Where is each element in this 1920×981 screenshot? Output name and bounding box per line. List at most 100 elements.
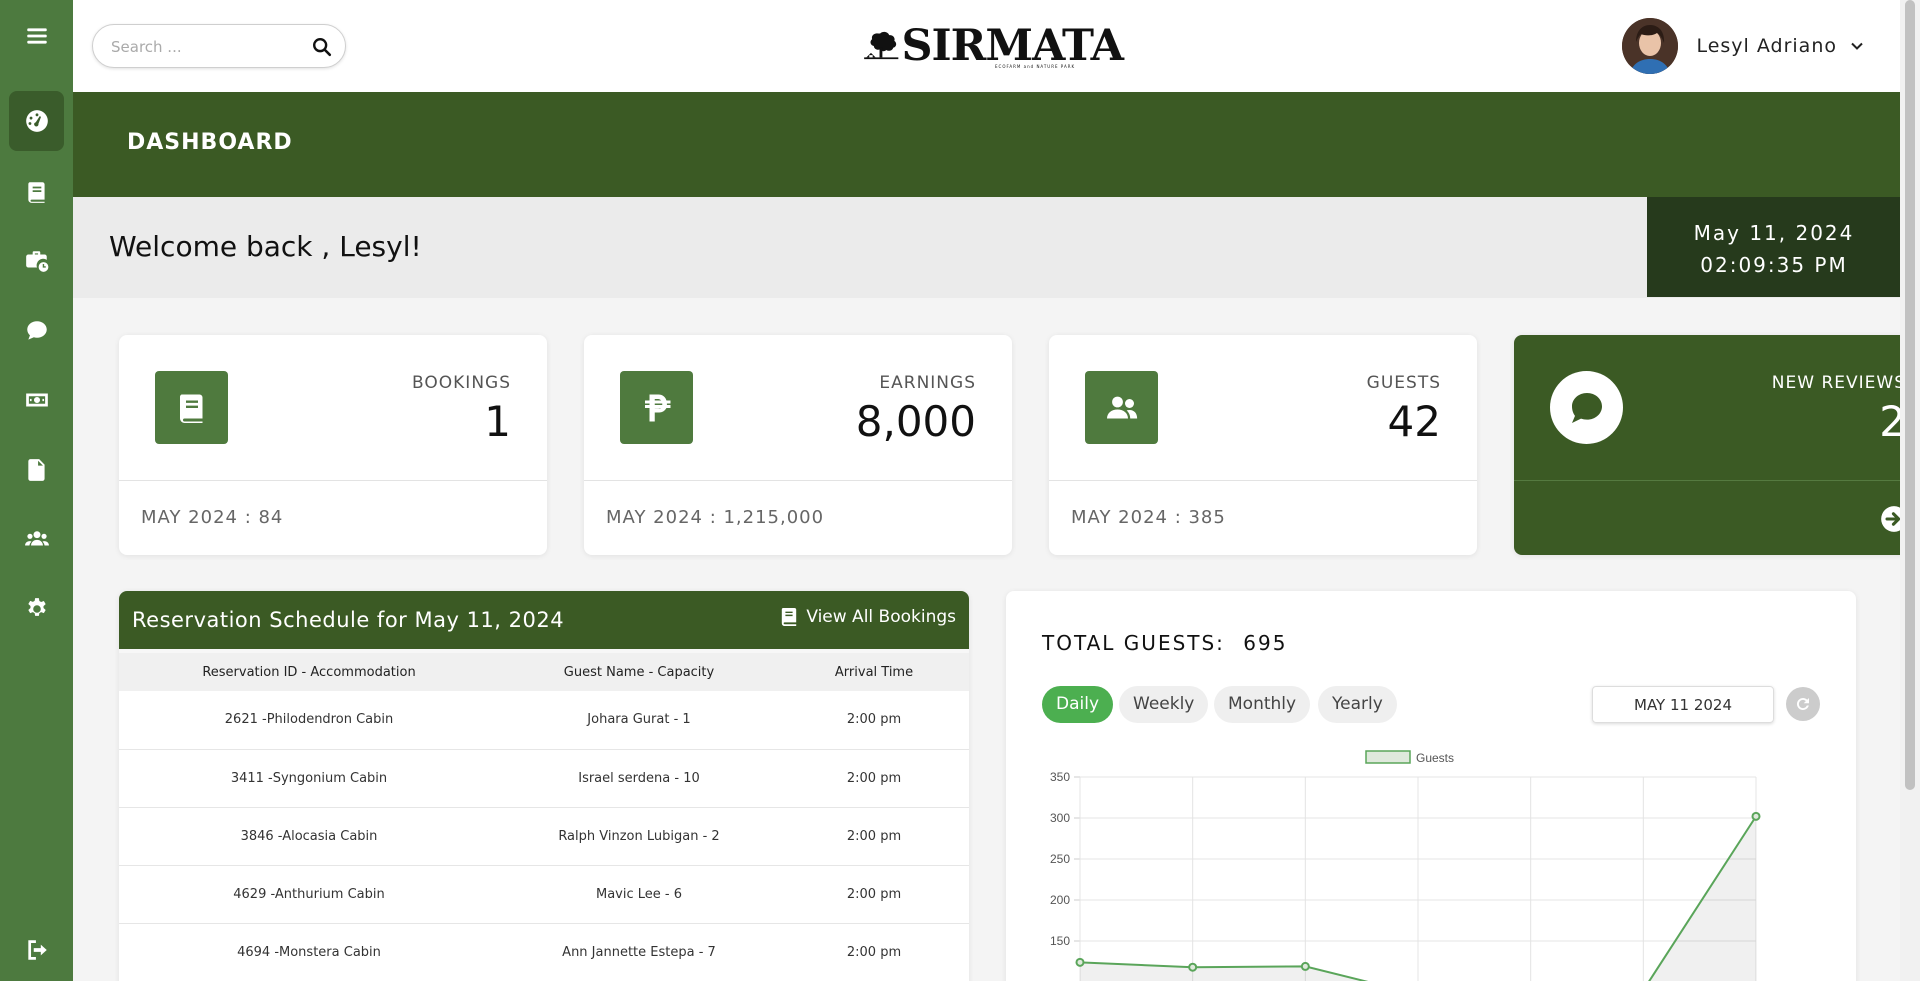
stat-icon-box — [1550, 371, 1623, 444]
cell-arrival: 2:00 pm — [779, 865, 969, 924]
data-point — [1075, 957, 1085, 967]
total-guests-title: TOTAL GUESTS: 695 — [1042, 631, 1287, 655]
data-point — [1188, 962, 1198, 972]
cell-accommodation: 3846 -Alocasia Cabin — [119, 807, 499, 866]
tab-daily[interactable]: Daily — [1042, 686, 1114, 723]
cell-guest: Johara Gurat - 1 — [499, 691, 779, 750]
chat-icon — [26, 321, 47, 340]
legend-swatch — [1365, 750, 1411, 764]
welcome-banner: Welcome back , Lesyl! May 11, 2024 02:09… — [73, 197, 1901, 298]
gear-icon — [27, 598, 46, 616]
sidebar-item-users[interactable] — [9, 509, 64, 569]
top-bar: SIRMATA ECOFARM and NATURE PARK Lesyl Ad… — [73, 0, 1900, 92]
chevron-down-icon[interactable] — [1849, 38, 1865, 54]
divider — [1514, 480, 1920, 481]
search-icon[interactable] — [311, 36, 333, 58]
table-row[interactable]: 4629 -Anthurium Cabin Mavic Lee - 6 2:00… — [119, 865, 969, 924]
tab-monthly[interactable]: Monthly — [1214, 686, 1311, 723]
cell-accommodation: 4629 -Anthurium Cabin — [119, 865, 499, 924]
avatar[interactable] — [1622, 18, 1679, 74]
table-row[interactable]: 3411 -Syngonium Cabin Israel serdena - 1… — [119, 749, 969, 808]
cell-accommodation: 2621 -Philodendron Cabin — [119, 691, 499, 750]
total-guests-value: 695 — [1243, 631, 1288, 655]
sidebar-item-settings[interactable] — [9, 579, 64, 639]
stat-footer: MAY 2024 : 84 — [141, 507, 284, 528]
column-header: Reservation ID - Accommodation — [119, 649, 499, 691]
page-header: DASHBOARD — [73, 92, 1900, 197]
reservation-panel: Reservation Schedule for May 11, 2024 Vi… — [119, 591, 969, 981]
current-date: May 11, 2024 — [1693, 221, 1855, 245]
table-row[interactable]: 3846 -Alocasia Cabin Ralph Vinzon Lubiga… — [119, 807, 969, 866]
total-guests-label: TOTAL GUESTS: — [1042, 631, 1225, 655]
table-row[interactable]: 2621 -Philodendron Cabin Johara Gurat - … — [119, 691, 969, 750]
stat-value: 8,000 — [855, 397, 976, 446]
user-menu[interactable]: Lesyl Adriano — [1622, 17, 1865, 75]
stat-label: GUESTS — [1366, 373, 1441, 393]
reservation-header: Reservation Schedule for May 11, 2024 Vi… — [119, 591, 969, 649]
cell-arrival: 2:00 pm — [779, 691, 969, 750]
book-icon — [27, 182, 45, 203]
scrollbar[interactable] — [1900, 0, 1920, 981]
sidebar-item-dashboard[interactable] — [9, 91, 64, 151]
search-box — [92, 24, 346, 68]
table-header-row: Reservation ID - Accommodation Guest Nam… — [119, 649, 969, 691]
sidebar-item-services[interactable] — [9, 231, 64, 291]
sidebar-item-bookings[interactable] — [9, 162, 64, 222]
cell-arrival: 2:00 pm — [779, 749, 969, 808]
logout-icon — [27, 940, 47, 960]
stat-card-guests: GUESTS 42 MAY 2024 : 385 — [1049, 335, 1477, 555]
cell-guest: Israel serdena - 10 — [499, 749, 779, 808]
brand-logo[interactable]: SIRMATA ECOFARM and NATURE PARK — [863, 18, 1124, 74]
menu-toggle-button[interactable] — [9, 6, 64, 66]
cell-guest: Ann Jannette Estepa - 7 — [499, 923, 779, 981]
stat-footer: MAY 2024 : 1,215,000 — [606, 507, 825, 528]
divider — [119, 480, 547, 481]
brand-tagline: ECOFARM and NATURE PARK — [995, 64, 1076, 69]
user-name: Lesyl Adriano — [1696, 35, 1837, 57]
stat-card-earnings: EARNINGS 8,000 MAY 2024 : 1,215,000 — [584, 335, 1012, 555]
divider — [1049, 480, 1477, 481]
users-icon — [1106, 396, 1137, 418]
refresh-icon — [1796, 697, 1809, 710]
stat-icon-box — [620, 371, 693, 444]
stat-card-reviews[interactable]: NEW REVIEWS 2 — [1514, 335, 1920, 555]
y-tick-label: 300 — [1050, 811, 1070, 825]
book-icon — [179, 394, 202, 423]
table-row[interactable]: 4694 -Monstera Cabin Ann Jannette Estepa… — [119, 923, 969, 981]
search-input[interactable] — [111, 35, 301, 59]
cell-guest: Mavic Lee - 6 — [499, 865, 779, 924]
divider — [584, 480, 1012, 481]
reservation-title: Reservation Schedule for May 11, 2024 — [132, 608, 565, 632]
logout-button[interactable] — [9, 920, 64, 980]
view-all-bookings-link[interactable]: View All Bookings — [780, 607, 956, 627]
welcome-message: Welcome back , Lesyl! — [109, 230, 422, 263]
current-time: 02:09:35 PM — [1700, 253, 1848, 277]
scrollbar-thumb[interactable] — [1905, 0, 1915, 790]
sidebar — [0, 0, 73, 981]
cell-accommodation: 4694 -Monstera Cabin — [119, 923, 499, 981]
cell-arrival: 2:00 pm — [779, 923, 969, 981]
tree-logo-icon — [864, 31, 899, 60]
page-title: DASHBOARD — [127, 130, 293, 155]
cell-arrival: 2:00 pm — [779, 807, 969, 866]
stat-label: EARNINGS — [879, 373, 976, 393]
file-icon — [27, 459, 45, 481]
y-tick-label: 200 — [1050, 893, 1070, 907]
sidebar-item-messages[interactable] — [9, 301, 64, 361]
stat-value: 42 — [1387, 397, 1441, 446]
date-picker-input[interactable]: MAY 11 2024 — [1592, 686, 1774, 723]
data-point — [1300, 961, 1310, 971]
sidebar-item-reports[interactable] — [9, 440, 64, 500]
sidebar-item-payments[interactable] — [9, 370, 64, 430]
data-point — [1751, 811, 1761, 821]
tab-yearly[interactable]: Yearly — [1318, 686, 1397, 723]
total-guests-panel: TOTAL GUESTS: 695 Daily Weekly Monthly Y… — [1006, 591, 1856, 981]
refresh-button[interactable] — [1786, 687, 1820, 721]
column-header: Arrival Time — [779, 649, 969, 691]
stat-icon-box — [1085, 371, 1158, 444]
tab-weekly[interactable]: Weekly — [1119, 686, 1209, 723]
cell-guest: Ralph Vinzon Lubigan - 2 — [499, 807, 779, 866]
y-tick-label: 150 — [1050, 934, 1070, 948]
date-time-box: May 11, 2024 02:09:35 PM — [1647, 197, 1901, 297]
reservation-table: Reservation ID - Accommodation Guest Nam… — [119, 649, 969, 981]
